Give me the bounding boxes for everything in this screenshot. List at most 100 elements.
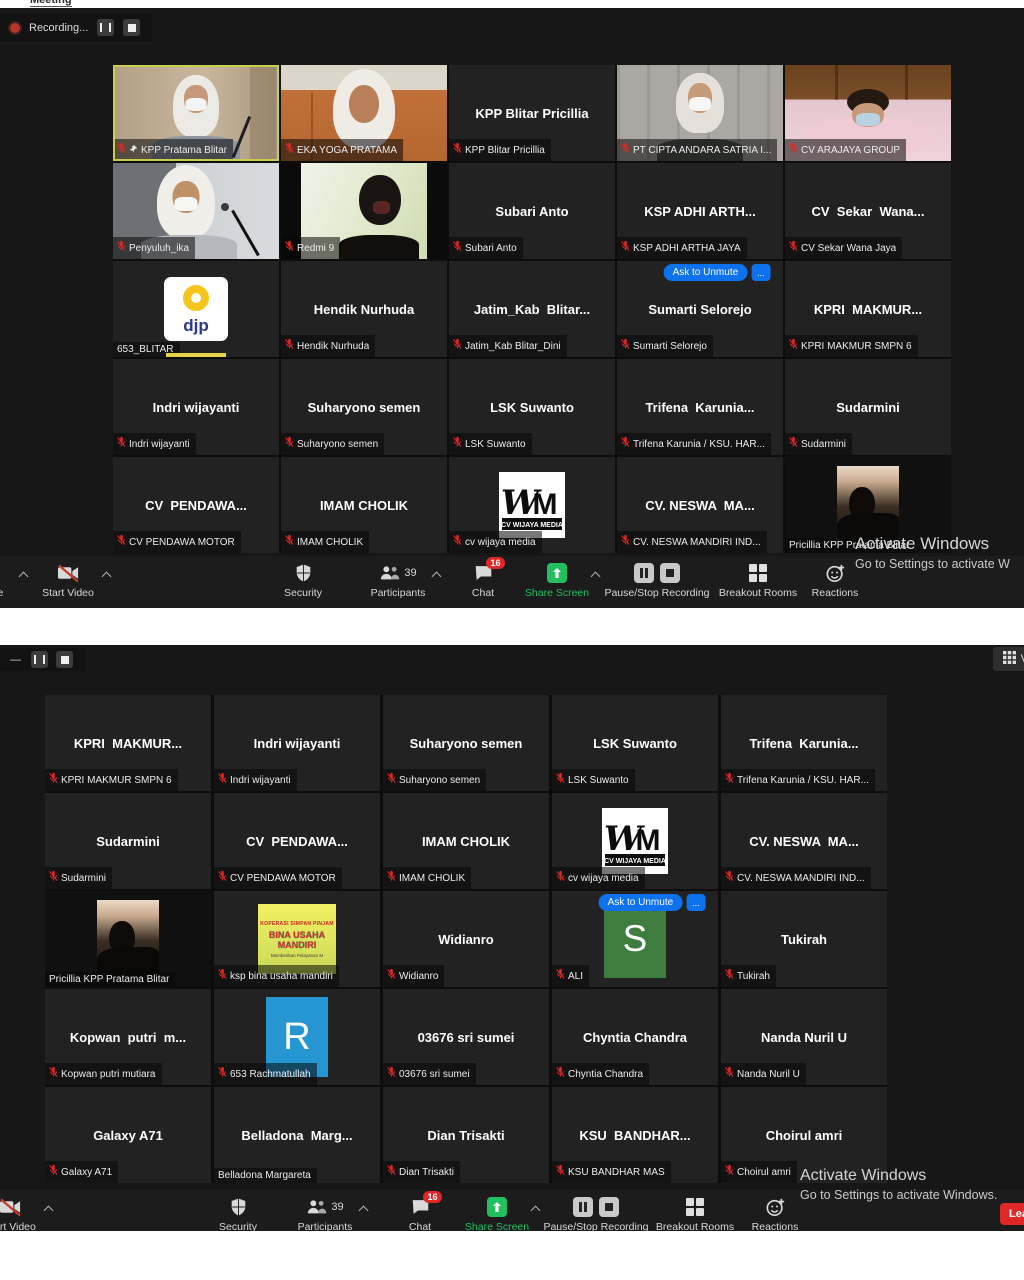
- more-options-button[interactable]: ...: [686, 894, 706, 911]
- participant-tile[interactable]: R653 Rachmatullah: [214, 989, 380, 1085]
- share-icon: [487, 1197, 507, 1217]
- participant-tile[interactable]: KPP Pratama Blitar: [113, 65, 279, 161]
- stop-recording-button[interactable]: [123, 19, 140, 36]
- participant-tile[interactable]: SudarminiSudarmini: [45, 793, 211, 889]
- participant-label: CV. NESWA MANDIRI IND...: [617, 531, 767, 553]
- participant-tile[interactable]: Choirul amriChoirul amri: [721, 1087, 887, 1183]
- participant-label-text: IMAM CHOLIK: [297, 537, 363, 548]
- participant-tile[interactable]: Hendik NurhudaHendik Nurhuda: [281, 261, 447, 357]
- participant-tile[interactable]: TukirahTukirah: [721, 891, 887, 987]
- toolbar-button-label: Security: [219, 1221, 257, 1231]
- participant-label-text: Sudarmini: [61, 873, 106, 884]
- participant-tile[interactable]: Redmi 9: [281, 163, 447, 259]
- participant-tile[interactable]: CV. NESWA MA...CV. NESWA MANDIRI IND...: [617, 457, 783, 553]
- pause-recording-button[interactable]: [31, 651, 48, 668]
- participant-tile[interactable]: CV ARAJAYA GROUP: [785, 65, 951, 161]
- ask-to-unmute-button[interactable]: Ask to Unmute: [664, 264, 748, 281]
- participant-tile[interactable]: Penyuluh_ika: [113, 163, 279, 259]
- participant-tile[interactable]: KPP Blitar PricilliaKPP Blitar Pricillia: [449, 65, 615, 161]
- stop-icon: [61, 656, 69, 664]
- chevron-up-icon[interactable]: [102, 572, 112, 582]
- participant-label-text: 03676 sri sumei: [399, 1069, 470, 1080]
- participant-tile[interactable]: KPRI MAKMUR...KPRI MAKMUR SMPN 6: [785, 261, 951, 357]
- stop-icon: [128, 24, 136, 32]
- toolbar-pause-stop-recording-button[interactable]: Pause/Stop Recording: [599, 562, 715, 599]
- muted-mic-icon: [218, 771, 227, 789]
- participant-tile[interactable]: Suharyono semenSuharyono semen: [383, 695, 549, 791]
- participant-tile[interactable]: Trifena Karunia...Trifena Karunia / KSU.…: [617, 359, 783, 455]
- participant-tile[interactable]: Indri wijayantiIndri wijayanti: [214, 695, 380, 791]
- participant-tile[interactable]: Galaxy A71Galaxy A71: [45, 1087, 211, 1183]
- participant-tile[interactable]: KSU BANDHAR...KSU BANDHAR MAS: [552, 1087, 718, 1183]
- participant-tile[interactable]: WMCV WIJAYA MEDIAcv wijaya media: [449, 457, 615, 553]
- view-button[interactable]: V: [993, 647, 1024, 671]
- toolbar-button-label: Share Screen: [465, 1221, 529, 1231]
- participant-tile[interactable]: Nanda Nuril UNanda Nuril U: [721, 989, 887, 1085]
- participant-tile[interactable]: djp653_BLITAR: [113, 261, 279, 357]
- participant-tile[interactable]: WidianroWidianro: [383, 891, 549, 987]
- leave-button[interactable]: Leave: [1000, 1203, 1024, 1225]
- participant-tile[interactable]: IMAM CHOLIKIMAM CHOLIK: [281, 457, 447, 553]
- participant-tile[interactable]: Subari AntoSubari Anto: [449, 163, 615, 259]
- minimize-icon[interactable]: —: [10, 654, 21, 666]
- participant-tile[interactable]: Pricillia KPP Pratama Blitar: [785, 457, 951, 553]
- toolbar-start-video-button[interactable]: Start Video: [10, 562, 126, 599]
- chevron-up-icon[interactable]: [44, 1206, 54, 1216]
- participant-tile[interactable]: CV Sekar Wana...CV Sekar Wana Jaya: [785, 163, 951, 259]
- participant-tile[interactable]: SAsk to Unmute...ALI: [552, 891, 718, 987]
- participant-label: Hendik Nurhuda: [281, 335, 375, 357]
- svg-text:CV WIJAYA MEDIA: CV WIJAYA MEDIA: [604, 858, 666, 865]
- participant-tile[interactable]: Chyntia ChandraChyntia Chandra: [552, 989, 718, 1085]
- ask-to-unmute-button[interactable]: Ask to Unmute: [599, 894, 683, 911]
- participant-tile[interactable]: CV PENDAWA...CV PENDAWA MOTOR: [113, 457, 279, 553]
- participant-tile[interactable]: CV PENDAWA...CV PENDAWA MOTOR: [214, 793, 380, 889]
- participant-tile[interactable]: PT CIPTA ANDARA SATRIA I...: [617, 65, 783, 161]
- participant-tile[interactable]: CV. NESWA MA...CV. NESWA MANDIRI IND...: [721, 793, 887, 889]
- stop-recording-button[interactable]: [56, 651, 73, 668]
- desktop-top-strip: Meeting: [0, 0, 1024, 8]
- muted-mic-icon: [49, 771, 58, 789]
- toolbar-start-video-button[interactable]: Start Video: [0, 1196, 68, 1231]
- participant-label: Penyuluh_ika: [113, 237, 195, 259]
- muted-mic-icon: [621, 533, 630, 551]
- participant-tile[interactable]: Belladona Marg...Belladona Margareta: [214, 1087, 380, 1183]
- participant-label: CV PENDAWA MOTOR: [214, 867, 342, 889]
- participant-label-text: cv wijaya media: [568, 873, 639, 884]
- participant-tile[interactable]: Dian TrisaktiDian Trisakti: [383, 1087, 549, 1183]
- participant-label-text: cv wijaya media: [465, 537, 536, 548]
- participant-tile[interactable]: SudarminiSudarmini: [785, 359, 951, 455]
- toolbar-reactions-button[interactable]: Reactions: [717, 1196, 833, 1231]
- participant-tile[interactable]: EKA YOGA PRATAMA: [281, 65, 447, 161]
- participant-label-text: CV ARAJAYA GROUP: [801, 145, 900, 156]
- participant-tile[interactable]: LSK SuwantoLSK Suwanto: [449, 359, 615, 455]
- participant-tile[interactable]: Indri wijayantiIndri wijayanti: [113, 359, 279, 455]
- muted-mic-icon: [387, 869, 396, 887]
- participant-tile[interactable]: Kopwan putri m...Kopwan putri mutiara: [45, 989, 211, 1085]
- participant-tile[interactable]: Trifena Karunia...Trifena Karunia / KSU.…: [721, 695, 887, 791]
- participant-label-text: Hendik Nurhuda: [297, 341, 369, 352]
- muted-mic-icon: [453, 141, 462, 159]
- participant-tile[interactable]: Pricillia KPP Pratama Blitar: [45, 891, 211, 987]
- toolbar-reactions-button[interactable]: Reactions: [777, 562, 893, 599]
- participant-tile[interactable]: KOPERASI SIMPAN PINJAMBINA USAHA MANDIRI…: [214, 891, 380, 987]
- participant-label-text: Jatim_Kab Blitar_Dini: [465, 341, 561, 352]
- participant-tile[interactable]: KPRI MAKMUR...KPRI MAKMUR SMPN 6: [45, 695, 211, 791]
- more-options-button[interactable]: ...: [751, 264, 771, 281]
- toolbar-icon-row: [230, 1196, 247, 1217]
- participant-tile[interactable]: LSK SuwantoLSK Suwanto: [552, 695, 718, 791]
- participant-tile[interactable]: KSP ADHI ARTH...KSP ADHI ARTHA JAYA: [617, 163, 783, 259]
- participant-tile[interactable]: IMAM CHOLIKIMAM CHOLIK: [383, 793, 549, 889]
- participant-label: Suharyono semen: [383, 769, 486, 791]
- participant-tile[interactable]: Suharyono semenSuharyono semen: [281, 359, 447, 455]
- participant-tile[interactable]: Sumarti SelorejoAsk to Unmute...Sumarti …: [617, 261, 783, 357]
- participant-gallery-2: KPRI MAKMUR...KPRI MAKMUR SMPN 6Indri wi…: [45, 695, 887, 1183]
- participant-tile[interactable]: 03676 sri sumei03676 sri sumei: [383, 989, 549, 1085]
- participant-label: Suharyono semen: [281, 433, 384, 455]
- muted-mic-icon: [453, 337, 462, 355]
- participant-label: 03676 sri sumei: [383, 1063, 476, 1085]
- participant-label-text: KPRI MAKMUR SMPN 6: [801, 341, 912, 352]
- pause-recording-button[interactable]: [97, 19, 114, 36]
- participant-tile[interactable]: WMCV WIJAYA MEDIAcv wijaya media: [552, 793, 718, 889]
- toolbar-share-screen-button[interactable]: Share Screen: [499, 562, 615, 599]
- participant-tile[interactable]: Jatim_Kab Blitar...Jatim_Kab Blitar_Dini: [449, 261, 615, 357]
